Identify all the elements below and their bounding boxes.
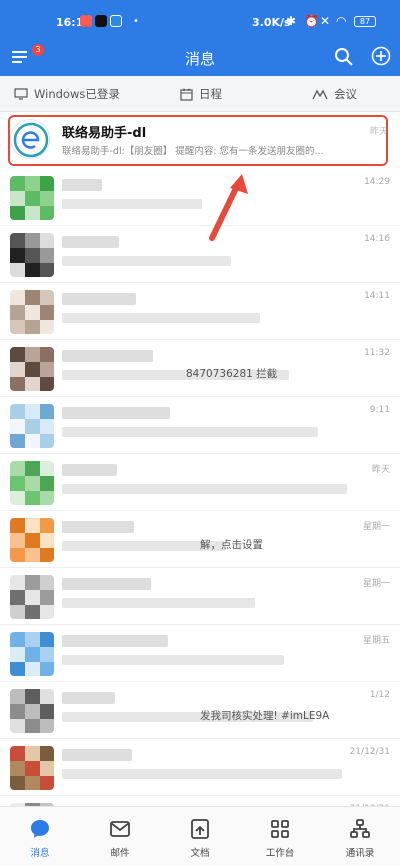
chat-item[interactable]: 9:11 bbox=[0, 397, 400, 454]
chat-name-redacted bbox=[62, 464, 117, 476]
chat-time: 14:16 bbox=[364, 234, 390, 244]
chat-name-redacted bbox=[62, 692, 115, 704]
tab-label: 工作台 bbox=[265, 848, 295, 859]
chat-preview-redacted bbox=[62, 484, 347, 494]
chat-preview-text: 8470736281 拦截 bbox=[186, 368, 278, 380]
alarm-icon: ⏰ bbox=[304, 14, 319, 28]
chat-preview-redacted bbox=[62, 655, 284, 665]
app-header: 16:16 • 3.0K/s ✱ ⏰ ✕ ◠ 87 3 消息 bbox=[0, 0, 400, 76]
chat-item[interactable]: 解，点击设置 星期一 bbox=[0, 511, 400, 568]
chat-preview-redacted bbox=[62, 256, 231, 266]
bluetooth-icon: ✱ bbox=[286, 14, 297, 28]
document-icon bbox=[191, 819, 209, 839]
monitor-icon bbox=[14, 88, 28, 100]
chat-item[interactable]: 21/12/31 bbox=[0, 796, 400, 806]
chat-time: 1/12 bbox=[369, 690, 390, 700]
chat-time: 14:29 bbox=[364, 177, 390, 187]
status-bar: 16:16 • 3.0K/s ✱ ⏰ ✕ ◠ 87 bbox=[0, 0, 400, 40]
chat-time: 星期一 bbox=[362, 579, 390, 589]
tab-label: 消息 bbox=[30, 848, 50, 859]
annotation-arrow-icon bbox=[209, 174, 248, 241]
windows-login-item[interactable]: Windows已登录 bbox=[14, 76, 120, 112]
calendar-icon bbox=[180, 88, 193, 101]
chat-item[interactable]: 21/12/31 bbox=[0, 739, 400, 796]
avatar bbox=[10, 746, 54, 790]
app-notification-icon bbox=[110, 15, 122, 27]
contacts-icon bbox=[350, 819, 370, 838]
chat-name-redacted bbox=[62, 635, 168, 647]
tab-workbench[interactable]: 工作台 bbox=[240, 807, 320, 866]
calendar-item[interactable]: 日程 bbox=[180, 76, 222, 112]
status-dot: • bbox=[133, 16, 139, 27]
chat-preview-redacted bbox=[62, 427, 318, 437]
tab-label: 文档 bbox=[190, 848, 210, 859]
mail-icon bbox=[110, 821, 130, 837]
avatar bbox=[10, 176, 54, 220]
chat-item-assistant[interactable]: 联络易助手-dl 联络易助手-dl:【朋友圈】 提醒内容: 您有一条发送朋友圈的… bbox=[0, 112, 400, 169]
chat-bubble-icon bbox=[31, 820, 49, 838]
bottom-tab-bar: 消息 邮件 文档 工作台 通讯录 bbox=[0, 806, 400, 866]
avatar bbox=[10, 632, 54, 676]
chat-time: 9:11 bbox=[369, 405, 390, 415]
meeting-label: 会议 bbox=[334, 87, 357, 101]
avatar bbox=[10, 518, 54, 562]
avatar bbox=[10, 575, 54, 619]
chat-time: 昨天 bbox=[371, 465, 390, 475]
chat-time: 星期一 bbox=[362, 522, 390, 532]
chat-preview-redacted bbox=[62, 199, 202, 209]
chat-name-redacted bbox=[62, 407, 170, 419]
notification-app-icon bbox=[80, 15, 92, 27]
tab-messages[interactable]: 消息 bbox=[0, 807, 80, 866]
chat-item[interactable]: 星期五 bbox=[0, 625, 400, 682]
avatar bbox=[10, 290, 54, 334]
chat-time: 21/12/31 bbox=[349, 747, 390, 757]
battery-icon: 87 bbox=[354, 16, 376, 27]
tab-contacts[interactable]: 通讯录 bbox=[320, 807, 400, 866]
avatar bbox=[10, 233, 54, 277]
chat-item[interactable]: 昨天 bbox=[0, 454, 400, 511]
quick-bar: Windows已登录 日程 会议 bbox=[0, 76, 400, 112]
avatar bbox=[10, 404, 54, 448]
chat-time: 11:32 bbox=[364, 348, 390, 358]
meeting-icon bbox=[312, 89, 328, 100]
chat-preview-redacted bbox=[62, 769, 342, 779]
avatar bbox=[10, 461, 54, 505]
tab-documents[interactable]: 文档 bbox=[160, 807, 240, 866]
chat-name-redacted bbox=[62, 749, 132, 761]
windows-login-label: Windows已登录 bbox=[34, 87, 120, 101]
highlight-outline bbox=[8, 115, 388, 166]
meeting-item[interactable]: 会议 bbox=[312, 76, 357, 112]
wifi-icon: ◠ bbox=[336, 14, 347, 28]
mute-icon: ✕ bbox=[320, 14, 331, 28]
avatar bbox=[10, 347, 54, 391]
tab-mail[interactable]: 邮件 bbox=[80, 807, 160, 866]
chat-name-redacted bbox=[62, 236, 119, 248]
chat-time: 星期五 bbox=[362, 636, 390, 646]
tiktok-icon bbox=[95, 15, 107, 27]
chat-name-redacted bbox=[62, 293, 136, 305]
chat-preview-text: 解，点击设置 bbox=[200, 539, 263, 551]
chat-name-redacted bbox=[62, 350, 153, 362]
grid-icon bbox=[271, 820, 289, 838]
tab-label: 通讯录 bbox=[345, 848, 375, 859]
add-icon[interactable] bbox=[371, 46, 391, 66]
search-icon[interactable] bbox=[334, 47, 354, 67]
tab-label: 邮件 bbox=[110, 848, 130, 859]
avatar bbox=[10, 689, 54, 733]
chat-item[interactable]: 14:11 bbox=[0, 283, 400, 340]
calendar-label: 日程 bbox=[199, 87, 222, 101]
chat-name-redacted bbox=[62, 179, 102, 191]
title-bar: 3 消息 bbox=[0, 40, 400, 76]
chat-name-redacted bbox=[62, 578, 151, 590]
chat-item[interactable]: 8470736281 拦截 11:32 bbox=[0, 340, 400, 397]
chat-item[interactable]: 星期一 bbox=[0, 568, 400, 625]
chat-item[interactable]: 发我司核实处理! #imLE9A 1/12 bbox=[0, 682, 400, 739]
chat-time: 14:11 bbox=[364, 291, 390, 301]
chat-name-redacted bbox=[62, 521, 134, 533]
chat-preview-text: 发我司核实处理! #imLE9A bbox=[200, 710, 330, 722]
chat-preview-redacted bbox=[62, 313, 260, 323]
network-speed: 3.0K/s bbox=[252, 16, 291, 29]
chat-preview-redacted bbox=[62, 598, 255, 608]
